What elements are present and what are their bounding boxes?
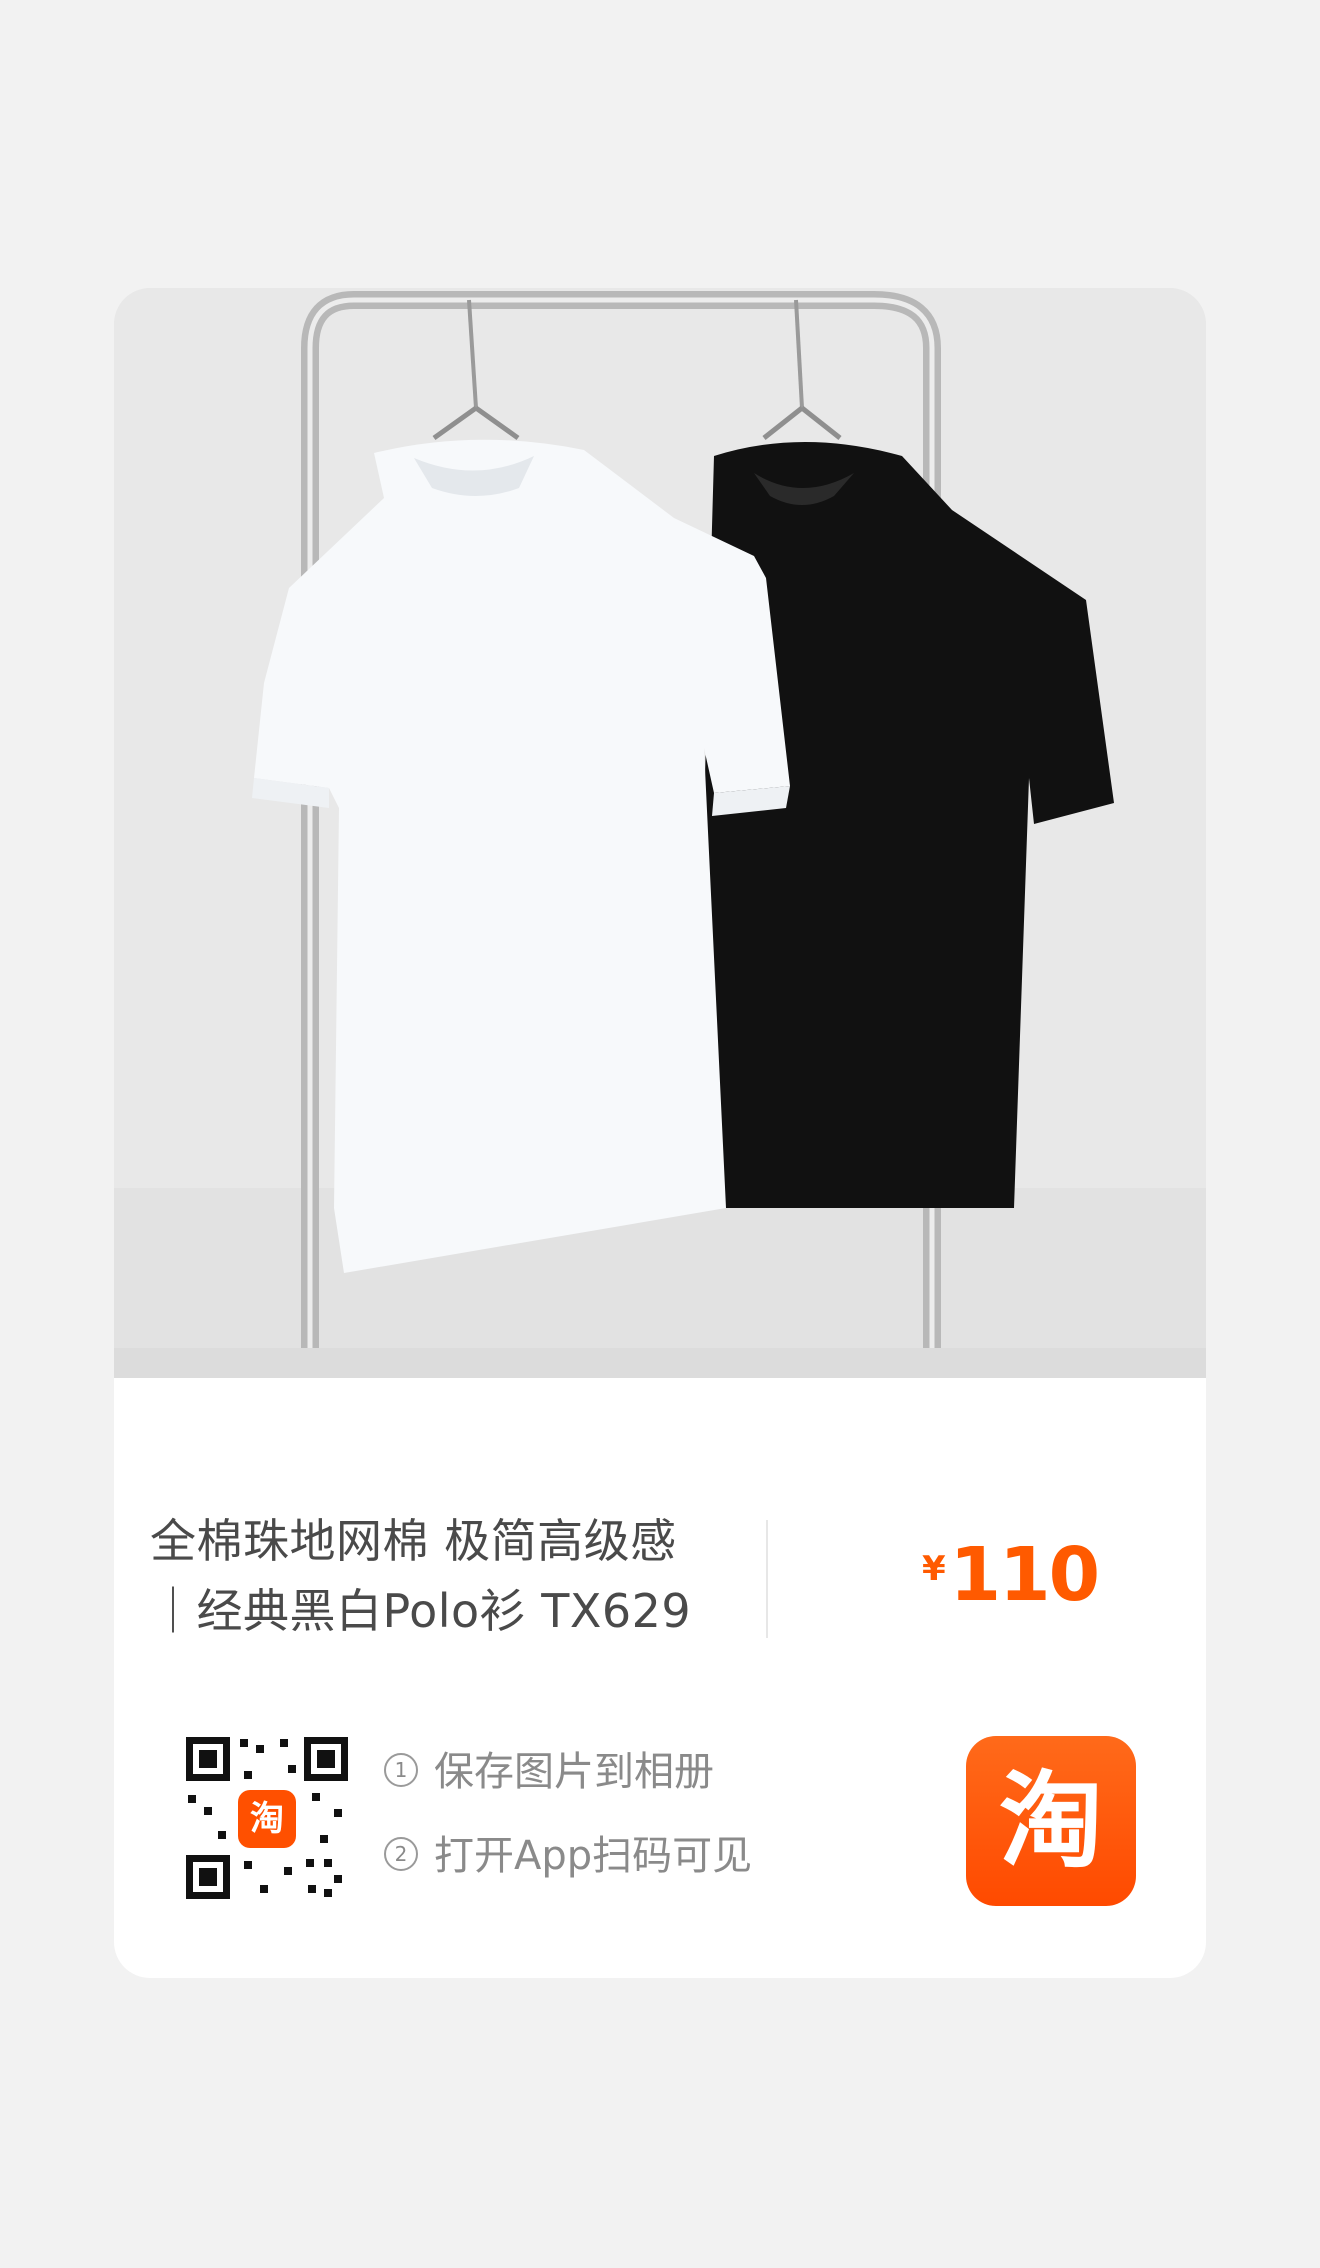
instruction-step-2: 2 打开App扫码可见: [384, 1828, 752, 1884]
qr-code-icon[interactable]: 淘: [184, 1735, 350, 1901]
step-1-text: 保存图片到相册: [434, 1749, 714, 1795]
step-2-number: 2: [384, 1837, 418, 1871]
share-instructions: 1 保存图片到相册 2 打开App扫码可见: [384, 1744, 752, 1912]
price-value: 110: [949, 1532, 1100, 1618]
product-title-line-1: 全棉珠地网棉 极简高级感: [150, 1514, 677, 1568]
product-photo-illustration: [114, 288, 1206, 1378]
product-photo[interactable]: [114, 288, 1206, 1378]
product-title-line-2: ｜经典黑白Polo衫 TX629: [150, 1584, 692, 1638]
product-title[interactable]: 全棉珠地网棉 极简高级感 ｜经典黑白Polo衫 TX629: [150, 1506, 730, 1646]
step-2-text: 打开App扫码可见: [434, 1833, 753, 1879]
product-price: ¥110: [922, 1532, 1100, 1618]
product-share-card: 全棉珠地网棉 极简高级感 ｜经典黑白Polo衫 TX629 ¥110 淘 1 保…: [114, 288, 1206, 1978]
qr-taobao-logo: 淘: [238, 1790, 296, 1848]
step-1-number: 1: [384, 1753, 418, 1787]
title-price-divider: [766, 1520, 768, 1638]
taobao-app-icon[interactable]: 淘: [966, 1736, 1136, 1906]
instruction-step-1: 1 保存图片到相册: [384, 1744, 752, 1800]
price-currency-symbol: ¥: [922, 1549, 946, 1589]
